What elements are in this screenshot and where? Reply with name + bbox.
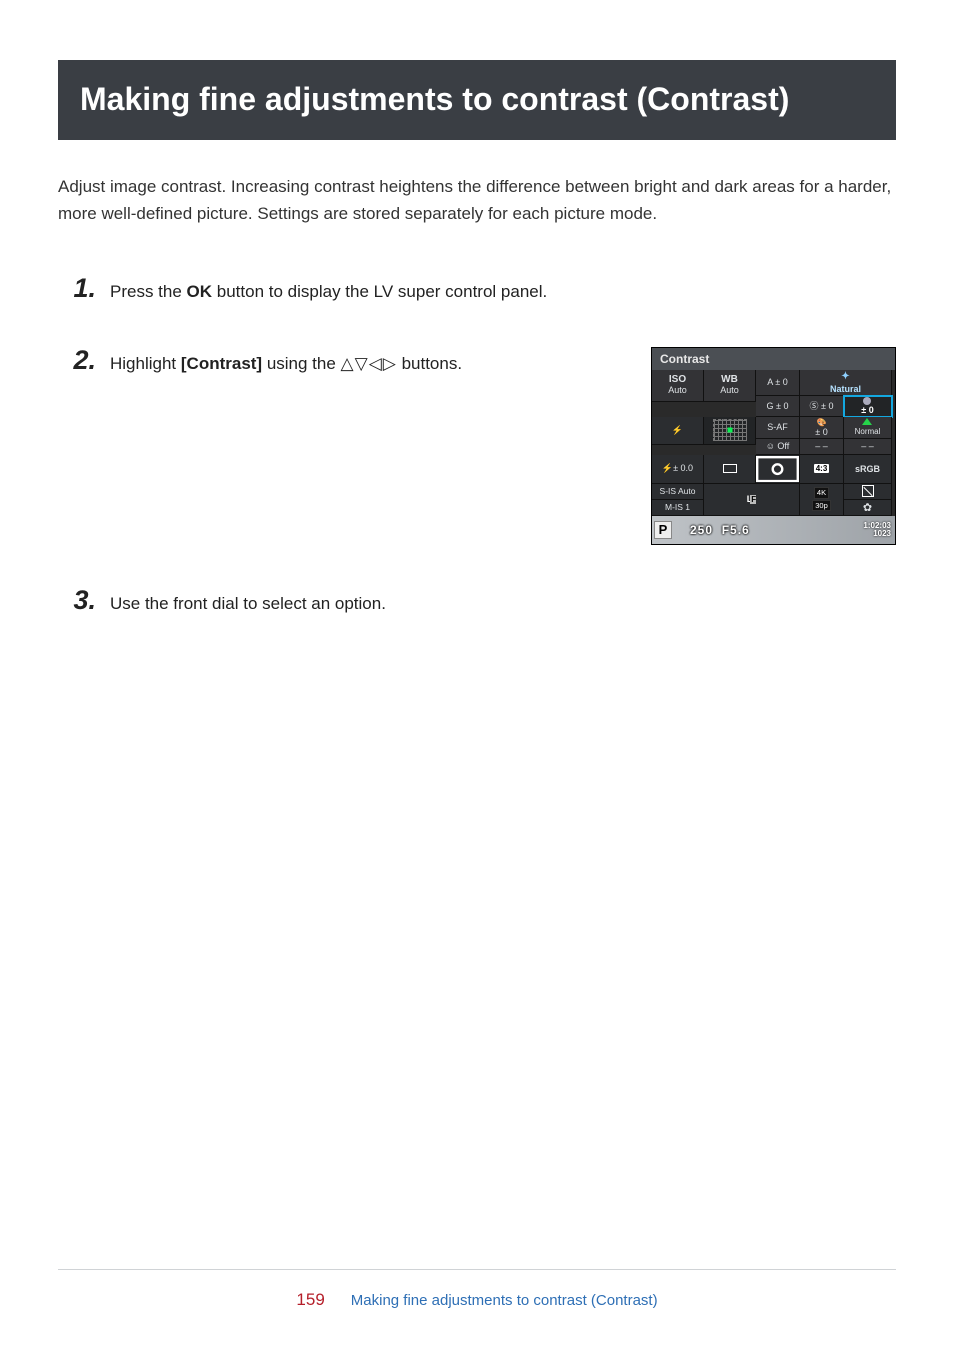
sis-cell: S-IS Auto [652,484,704,500]
color-space-cell: sRGB [844,455,892,484]
page-footer: 159 Making fine adjustments to contrast (… [58,1269,896,1310]
step-number: 3 [58,587,102,614]
value: Ⓢ ± 0 [810,399,834,412]
af-grid-icon [713,419,747,441]
lv-super-control-panel: Contrast ISO Auto WB Auto A ± 0 ✦ Natural [651,347,896,545]
single-frame-icon [723,464,737,473]
highlight-shadow-cell [844,484,892,500]
value: Normal [855,427,881,436]
panel-header: Contrast [652,348,895,370]
panel-grid: ISO Auto WB Auto A ± 0 ✦ Natural G ± 0 Ⓢ … [652,370,895,516]
value: F [750,495,756,504]
step-1: 1 Press the OK button to display the LV … [58,275,896,305]
value: – – [815,441,828,451]
value: sRGB [855,464,880,474]
panel-footer: P 250 F5.6 1:02:03 1023 [652,516,895,544]
intro-paragraph: Adjust image contrast. Increasing contra… [58,174,896,227]
text: buttons. [397,354,462,373]
flash-mode-cell: ⚡ [652,417,704,445]
contrast-cell-selected: ± 0 [844,396,892,417]
step-text: Highlight [Contrast] using the △▽◁▷ butt… [102,347,621,377]
value: 4:3 [814,464,830,473]
label: ISO [669,375,686,385]
ok-button-label: OK [187,282,213,301]
value: S-AF [767,422,788,432]
flash-icon: ⚡ [672,425,683,436]
value: 30p [812,500,831,512]
value: ± 0 [861,405,873,415]
value: ± 0 [815,427,827,437]
wb-cell: WB Auto [704,370,756,402]
step-2: 2 Highlight [Contrast] using the △▽◁▷ bu… [58,347,896,545]
value: ☺ Off [766,441,790,451]
step-number: 1 [58,275,102,302]
aperture-value: F5.6 [722,523,750,537]
value: – – [861,441,874,451]
gear-icon: ✿ [863,501,872,514]
button-function-cell: ✿ [844,500,892,516]
picture-mode-cell: ✦ Natural [800,370,892,396]
value: M-IS 1 [665,502,690,512]
contrast-label: [Contrast] [181,354,262,373]
value: Auto [720,386,739,395]
label: WB [721,375,738,385]
footer-link[interactable]: Making fine adjustments to contrast (Con… [351,1292,658,1309]
value: S-IS Auto [660,486,696,496]
wb-a-cell: A ± 0 [756,370,800,396]
shooting-mode: P [654,521,672,539]
drive-cell [704,455,756,484]
value: Auto [668,386,687,395]
af-area-cell [704,417,756,445]
step-number: 2 [58,347,102,374]
step-3: 3 Use the front dial to select an option… [58,587,896,617]
step-text: Press the OK button to display the LV su… [102,275,896,305]
saf-cell: S-AF [756,417,800,439]
face-priority-cell: ☺ Off [756,439,800,455]
text: Press the [110,282,187,301]
text: Highlight [110,354,181,373]
value: Natural [830,384,861,394]
step-text: Use the front dial to select an option. [102,587,896,617]
value: 4K [814,487,829,499]
exposure-values: 250 F5.6 [690,523,750,537]
value: A ± 0 [767,377,787,387]
text: using the [262,354,340,373]
value: G ± 0 [767,401,789,411]
gradation-icon [862,418,872,425]
image-quality-cell: LF [704,484,800,516]
video-quality-cell: 4K 30p [800,484,844,516]
color-filter-cell: – – [800,439,844,455]
value: ⚡± 0.0 [662,463,693,474]
aspect-cell: 4:3 [800,455,844,484]
sharpness-cell: Ⓢ ± 0 [800,396,844,417]
arrow-buttons-icon: △▽◁▷ [341,354,397,373]
wb-g-cell: G ± 0 [756,396,800,417]
footer-right: 1:02:03 1023 [863,522,891,538]
iso-cell: ISO Auto [652,370,704,402]
shots-remaining: 1023 [863,530,891,538]
steps-list: 1 Press the OK button to display the LV … [58,275,896,616]
flash-comp-cell: ⚡± 0.0 [652,455,704,484]
metering-icon [756,456,799,482]
gradation-cell: Normal [844,417,892,439]
highlight-shadow-icon [862,485,874,497]
metering-cell [756,455,800,484]
contrast-icon [863,397,871,405]
saturation-cell: 🎨± 0 [800,417,844,439]
mis-cell: M-IS 1 [652,500,704,516]
picture-mode-icon: ✦ [841,371,849,382]
page-title: Making fine adjustments to contrast (Con… [58,60,896,140]
page-number: 159 [296,1290,324,1309]
monochrome-cell: – – [844,439,892,455]
shutter-value: 250 [690,523,713,537]
text: button to display the LV super control p… [212,282,547,301]
saturation-icon: 🎨 [817,418,827,427]
